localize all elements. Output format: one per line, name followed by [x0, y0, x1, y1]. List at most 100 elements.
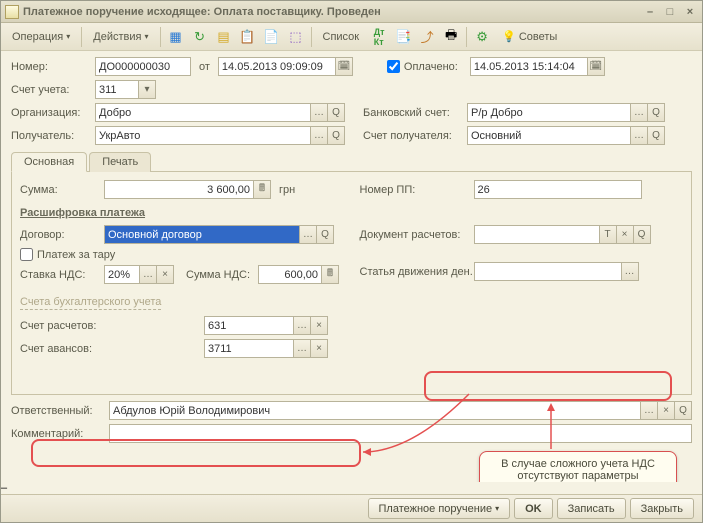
responsible-open-icon[interactable]: Q: [675, 401, 692, 420]
acc-section-header: Счета бухгалтерского учета: [20, 296, 161, 310]
account-input[interactable]: [95, 80, 139, 99]
doc-calc-open-icon[interactable]: Q: [634, 225, 651, 244]
settle-acc-select-icon[interactable]: …: [294, 316, 311, 335]
cash-flow-label: Статья движения ден. средств:: [360, 266, 470, 278]
window-title: Платежное поручение исходящее: Оплата по…: [23, 6, 642, 18]
recipient-input[interactable]: [95, 126, 311, 145]
document-icon: [5, 5, 19, 19]
tab-main[interactable]: Основная: [11, 152, 87, 172]
rec-acc-select-icon[interactable]: …: [631, 126, 648, 145]
doc-calc-clear-icon[interactable]: ×: [617, 225, 634, 244]
pp-label: Номер ПП:: [360, 184, 470, 196]
post-icon[interactable]: ▦: [165, 26, 187, 48]
recipient-select-icon[interactable]: …: [311, 126, 328, 145]
tips-button[interactable]: 💡Советы: [495, 26, 564, 48]
rec-acc-label: Счет получателя:: [363, 130, 463, 142]
contract-input[interactable]: [104, 225, 300, 244]
rec-acc-input[interactable]: [467, 126, 631, 145]
settle-acc-label: Счет расчетов:: [20, 320, 200, 332]
vat-sum-calc-icon[interactable]: 🖩: [322, 265, 339, 284]
form-body: Номер: от 🗓 Оплачено: 🗓 Счет учета: ▾: [1, 51, 702, 482]
structure-icon[interactable]: ⬚: [285, 26, 307, 48]
post-close-icon[interactable]: ▤: [213, 26, 235, 48]
settings-icon[interactable]: ⚙: [471, 26, 493, 48]
toolbar: Операция▾ Действия▾ ▦ ↻ ▤ 📋 📄 ⬚ Список Д…: [1, 23, 702, 51]
tree-icon[interactable]: ⤴: [416, 26, 438, 48]
contract-open-icon[interactable]: Q: [317, 225, 334, 244]
paid-checkbox[interactable]: [387, 60, 400, 73]
payment-order-button[interactable]: Платежное поручение▾: [368, 498, 511, 519]
close-footer-button[interactable]: Закрыть: [630, 498, 694, 519]
cash-flow-input[interactable]: [474, 262, 622, 281]
tare-checkbox[interactable]: [20, 248, 33, 261]
vat-rate-clear-icon[interactable]: ×: [157, 265, 174, 284]
sum-input[interactable]: [104, 180, 254, 199]
rec-acc-open-icon[interactable]: Q: [648, 126, 665, 145]
annotation-callout: В случае сложного учета НДС отсутствуют …: [479, 451, 677, 482]
org-open-icon[interactable]: Q: [328, 103, 345, 122]
minimize-button[interactable]: –: [642, 5, 658, 19]
advance-acc-select-icon[interactable]: …: [294, 339, 311, 358]
sum-calc-icon[interactable]: 🖩: [254, 180, 271, 199]
paid-label: Оплачено:: [404, 61, 458, 73]
doc-calc-label: Документ расчетов:: [360, 229, 470, 241]
vat-rate-select-icon[interactable]: …: [140, 265, 157, 284]
responsible-label: Ответственный:: [11, 405, 105, 417]
number-input[interactable]: [95, 57, 191, 76]
org-label: Организация:: [11, 107, 91, 119]
org-select-icon[interactable]: …: [311, 103, 328, 122]
comment-label: Комментарий:: [11, 428, 105, 440]
tab-print[interactable]: Печать: [89, 152, 151, 172]
vat-rate-label: Ставка НДС:: [20, 269, 100, 281]
advance-acc-input[interactable]: [204, 339, 294, 358]
save-button[interactable]: Записать: [557, 498, 626, 519]
tab-main-body: Сумма: 🖩 грн Номер ПП: Расшифровк: [11, 172, 692, 395]
contract-select-icon[interactable]: …: [300, 225, 317, 244]
currency-label: грн: [279, 184, 295, 196]
records-icon[interactable]: 📋: [237, 26, 259, 48]
date-input[interactable]: [218, 57, 336, 76]
footer: Платежное поручение▾ OK Записать Закрыть: [1, 494, 702, 522]
sum-label: Сумма:: [20, 184, 100, 196]
bank-acc-label: Банковский счет:: [363, 107, 463, 119]
vat-sum-input[interactable]: [258, 265, 322, 284]
vat-rate-input[interactable]: [104, 265, 140, 284]
close-button[interactable]: ×: [682, 5, 698, 19]
basis-icon[interactable]: 📄: [261, 26, 283, 48]
recipient-open-icon[interactable]: Q: [328, 126, 345, 145]
responsible-select-icon[interactable]: …: [641, 401, 658, 420]
from-label: от: [199, 61, 210, 73]
ok-button[interactable]: OK: [514, 498, 553, 519]
account-dropdown-icon[interactable]: ▾: [139, 80, 156, 99]
org-input[interactable]: [95, 103, 311, 122]
maximize-button[interactable]: □: [662, 5, 678, 19]
paid-date-picker-icon[interactable]: 🗓: [588, 57, 605, 76]
actions-menu[interactable]: Действия▾: [86, 26, 155, 48]
cash-flow-select-icon[interactable]: …: [622, 262, 639, 281]
number-label: Номер:: [11, 61, 91, 73]
titlebar: Платежное поручение исходящее: Оплата по…: [1, 1, 702, 23]
dtkt-icon[interactable]: ДтКт: [368, 26, 390, 48]
report-icon[interactable]: 📑: [392, 26, 414, 48]
bank-acc-select-icon[interactable]: …: [631, 103, 648, 122]
settle-acc-input[interactable]: [204, 316, 294, 335]
account-label: Счет учета:: [11, 84, 91, 96]
responsible-clear-icon[interactable]: ×: [658, 401, 675, 420]
bank-acc-input[interactable]: [467, 103, 631, 122]
refresh-icon[interactable]: ↻: [189, 26, 211, 48]
operation-menu[interactable]: Операция▾: [5, 26, 77, 48]
settle-acc-clear-icon[interactable]: ×: [311, 316, 328, 335]
contract-label: Договор:: [20, 229, 100, 241]
pp-input[interactable]: [474, 180, 642, 199]
advance-acc-clear-icon[interactable]: ×: [311, 339, 328, 358]
paid-date-input[interactable]: [470, 57, 588, 76]
doc-calc-t-icon[interactable]: T: [600, 225, 617, 244]
annotation-box-1: [31, 439, 361, 467]
doc-calc-input[interactable]: [474, 225, 600, 244]
print-icon[interactable]: 🖶: [440, 26, 462, 48]
tare-label: Платеж за тару: [37, 249, 115, 261]
bank-acc-open-icon[interactable]: Q: [648, 103, 665, 122]
date-picker-icon[interactable]: 🗓: [336, 57, 353, 76]
responsible-input[interactable]: [109, 401, 641, 420]
list-button[interactable]: Список: [316, 26, 367, 48]
